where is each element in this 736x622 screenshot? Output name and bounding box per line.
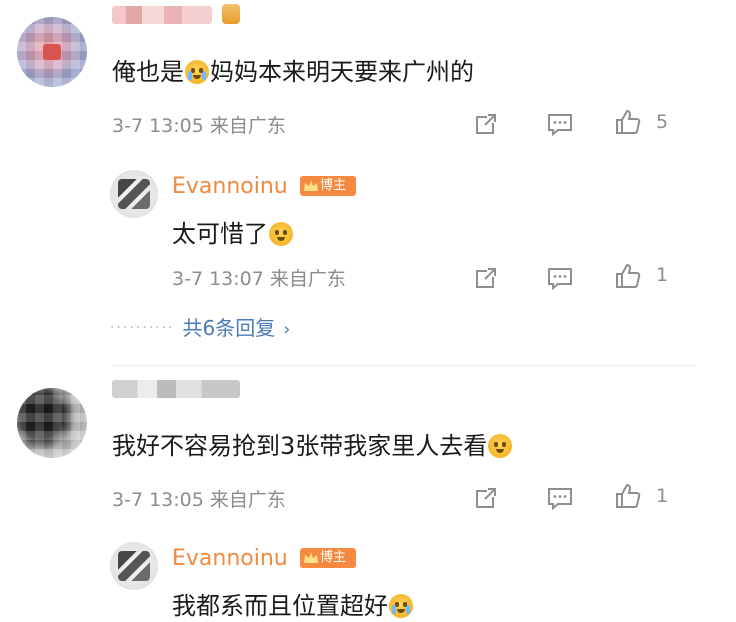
thumbs-up-icon — [616, 109, 641, 134]
comment-meta: 3-7 13:05 来自广东 — [112, 111, 286, 138]
avatar-figure — [118, 551, 150, 581]
comment-button[interactable] — [546, 110, 574, 138]
thumbs-up-icon — [616, 483, 641, 508]
share-button[interactable] — [472, 110, 500, 138]
chevron-right-icon: › — [283, 319, 291, 340]
crown-icon — [304, 552, 318, 563]
like-count: 1 — [656, 485, 669, 507]
comment-location: 来自广东 — [209, 115, 286, 137]
comment-icon — [548, 488, 572, 511]
like-button[interactable] — [614, 482, 642, 510]
laughing-crying-emoji-icon — [488, 434, 513, 458]
reply-username[interactable]: Evannoinu — [172, 174, 288, 199]
blurred-username[interactable] — [112, 380, 240, 398]
comment-location: 来自广东 — [209, 489, 286, 511]
comment-icon — [548, 268, 572, 291]
view-more-replies-link[interactable]: ·········· 共6条回复 › — [110, 312, 290, 341]
crying-emoji-icon — [185, 60, 209, 84]
author-badge: 博主 — [300, 548, 356, 568]
crying-emoji-icon — [389, 594, 413, 618]
like-count: 1 — [656, 264, 669, 286]
share-icon — [476, 488, 496, 508]
crown-icon — [222, 4, 240, 24]
avatar-mark — [43, 44, 61, 60]
avatar[interactable] — [110, 542, 158, 590]
share-button[interactable] — [472, 264, 500, 292]
comment-time: 3-7 13:05 — [112, 115, 204, 137]
like-button[interactable] — [614, 108, 642, 136]
thumbs-up-icon — [616, 263, 641, 288]
blurred-username[interactable] — [112, 6, 212, 24]
teary-smile-emoji-icon — [269, 222, 293, 246]
avatar-figure — [118, 179, 150, 209]
share-icon — [476, 114, 496, 134]
comment-button[interactable] — [546, 484, 574, 512]
reply-location: 来自广东 — [269, 268, 346, 290]
comment-text: 俺也是 妈妈本来明天要来广州的 — [112, 58, 474, 86]
author-badge: 博主 — [300, 176, 356, 196]
like-count: 5 — [656, 111, 669, 133]
reply-text: 太可惜了 — [172, 214, 294, 249]
like-button[interactable] — [614, 262, 642, 290]
reply-meta: 3-7 13:07 来自广东 — [172, 264, 346, 291]
avatar[interactable] — [17, 388, 87, 458]
avatar-mosaic — [17, 388, 87, 458]
comment-icon — [548, 114, 572, 137]
comment-item: 俺也是 妈妈本来明天要来广州的 3-7 13:05 来自广东 5 Evannoin… — [0, 0, 736, 365]
avatar[interactable] — [17, 17, 87, 87]
reply-username[interactable]: Evannoinu — [172, 546, 288, 571]
comment-meta: 3-7 13:05 来自广东 — [112, 485, 286, 512]
dots-divider: ·········· — [110, 320, 175, 336]
avatar[interactable] — [110, 170, 158, 218]
comment-button[interactable] — [546, 264, 574, 292]
share-icon — [476, 268, 496, 288]
comment-text: 我好不容易抢到3张带我家里人去看 — [112, 426, 513, 461]
comment-time: 3-7 13:05 — [112, 489, 204, 511]
share-button[interactable] — [472, 484, 500, 512]
crown-icon — [304, 180, 318, 191]
reply-text: 我都系而且位置超好 — [172, 586, 414, 621]
reply-time: 3-7 13:07 — [172, 268, 264, 290]
